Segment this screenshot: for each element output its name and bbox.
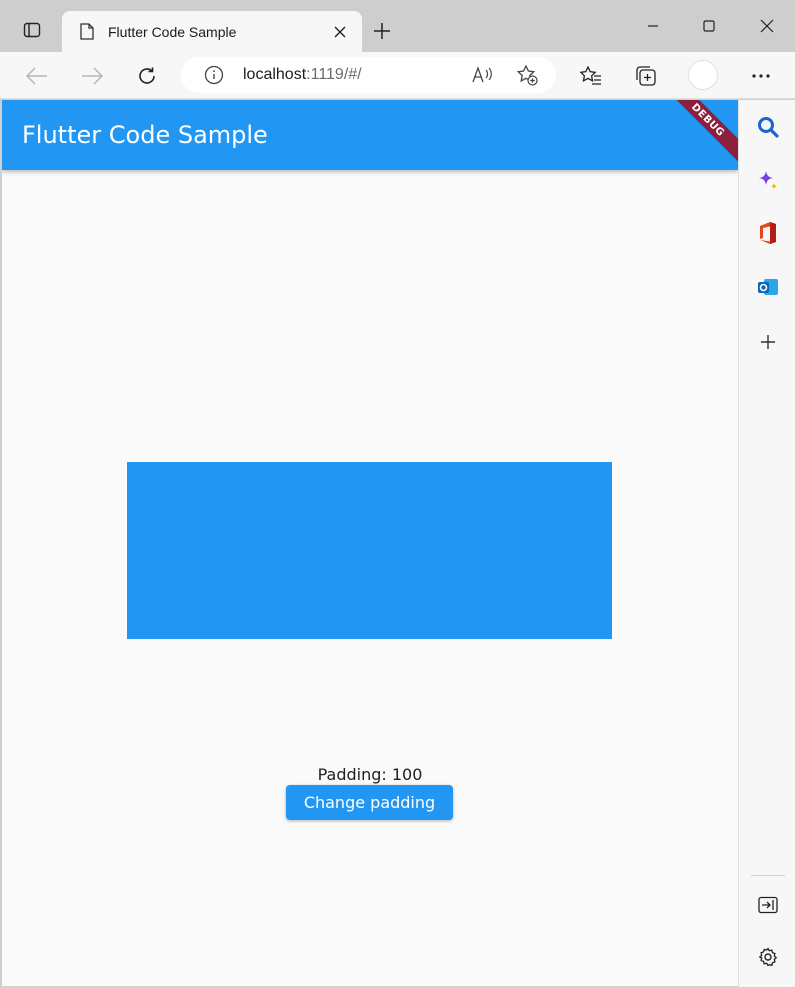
edge-sidebar — [738, 100, 795, 987]
favorites-icon — [580, 66, 601, 85]
close-window-button[interactable] — [744, 10, 790, 42]
refresh-button[interactable] — [131, 60, 163, 92]
page-viewport: Flutter Code Sample DEBUG Padding: 100 C… — [2, 100, 738, 986]
tab-actions-icon — [23, 22, 41, 38]
outlook-icon — [758, 279, 778, 295]
url-path: :1119/#/ — [306, 66, 362, 83]
copilot-icon — [759, 171, 778, 190]
page-icon — [78, 23, 96, 41]
hide-sidebar-icon — [758, 896, 778, 914]
sidebar-copilot-button[interactable] — [753, 166, 783, 196]
favorites-button[interactable] — [575, 60, 607, 92]
profile-avatar[interactable] — [688, 60, 718, 90]
sidebar-add-button[interactable] — [753, 327, 783, 357]
change-padding-button[interactable]: Change padding — [286, 785, 453, 820]
add-favorite-icon[interactable] — [515, 63, 539, 87]
info-icon[interactable] — [203, 64, 225, 86]
minimize-icon — [648, 25, 658, 27]
sidebar-search-button[interactable] — [753, 112, 783, 142]
sidebar-outlook-button[interactable] — [753, 272, 783, 302]
gear-icon — [758, 947, 778, 967]
close-tab-icon[interactable] — [328, 20, 352, 44]
maximize-button[interactable] — [686, 10, 732, 42]
more-button[interactable] — [745, 60, 777, 92]
padding-label: Padding: 100 — [317, 765, 423, 784]
settings-button[interactable] — [753, 942, 783, 972]
read-aloud-icon[interactable] — [471, 63, 495, 87]
maximize-icon — [703, 20, 715, 32]
app-title: Flutter Code Sample — [22, 121, 268, 149]
collections-icon — [636, 66, 656, 86]
close-icon — [760, 19, 774, 33]
hide-sidebar-button[interactable] — [753, 890, 783, 920]
new-tab-button[interactable] — [368, 17, 396, 45]
browser-tab[interactable]: Flutter Code Sample — [62, 11, 362, 52]
back-button[interactable] — [21, 60, 53, 92]
address-bar[interactable]: localhost:1119/#/ — [181, 57, 556, 93]
arrow-left-icon — [26, 67, 47, 85]
url-text[interactable]: localhost:1119/#/ — [243, 66, 362, 84]
sidebar-office-button[interactable] — [753, 218, 783, 248]
arrow-right-icon — [82, 67, 103, 85]
add-icon — [761, 335, 775, 349]
tab-title: Flutter Code Sample — [108, 23, 237, 40]
plus-icon — [374, 23, 390, 39]
forward-button[interactable] — [76, 60, 108, 92]
collections-button[interactable] — [630, 60, 662, 92]
app-bar: Flutter Code Sample — [2, 100, 738, 170]
sidebar-divider — [751, 875, 785, 876]
url-host: localhost — [243, 66, 307, 83]
tab-bar: Flutter Code Sample — [0, 0, 795, 52]
tab-actions-button[interactable] — [14, 14, 50, 46]
office-icon — [760, 222, 776, 244]
browser-toolbar: localhost:1119/#/ — [0, 52, 795, 99]
search-icon — [758, 117, 779, 138]
padded-container — [127, 462, 612, 639]
more-icon — [752, 74, 770, 78]
refresh-icon — [139, 67, 155, 84]
minimize-button[interactable] — [630, 10, 676, 42]
